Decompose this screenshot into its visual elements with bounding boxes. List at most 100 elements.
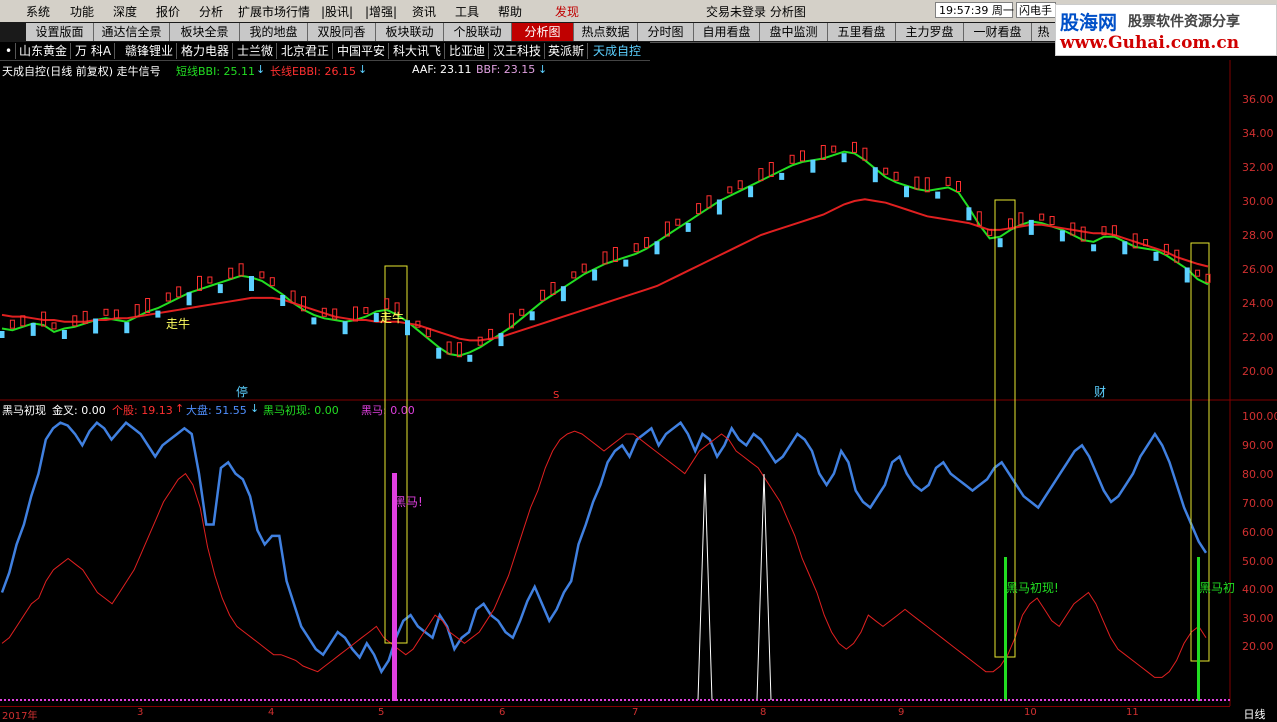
menu-quote[interactable]: 报价 (156, 3, 180, 20)
menu-function[interactable]: 功能 (70, 3, 94, 20)
candle (124, 322, 130, 334)
menu-help[interactable]: 帮助 (498, 3, 522, 20)
candle (727, 186, 733, 194)
candle (1039, 213, 1045, 221)
candle (571, 271, 577, 279)
tab-sector-link[interactable]: 板块联动 (376, 23, 444, 41)
menu-tools[interactable]: 工具 (455, 3, 479, 20)
candle (623, 259, 629, 267)
candle (945, 176, 951, 186)
price-tick: 34.00 (1242, 127, 1274, 140)
tab-intraday[interactable]: 分时图 (638, 23, 694, 41)
stock-item-active[interactable]: 天成自控 (590, 43, 644, 59)
tab-dual-stock[interactable]: 双股同香 (308, 23, 376, 41)
menu-enhance[interactable]: |增强| (365, 3, 397, 20)
stock-item[interactable]: 山东黄金 (16, 43, 72, 59)
candle (228, 267, 234, 279)
candle (956, 181, 961, 192)
guhai-logo: 股海网 股票软件资源分享 www.Guhai.com.cn (1055, 4, 1277, 56)
sub-indicator-lines (0, 420, 1208, 678)
stock-item[interactable]: 万 科A (72, 43, 116, 59)
candle (602, 251, 608, 265)
candle (249, 276, 254, 291)
tab-my-area[interactable]: 我的地盘 (240, 23, 308, 41)
menu-info[interactable]: 资讯 (412, 3, 436, 20)
tab-layout[interactable]: 设置版面 (26, 23, 94, 41)
stock-item[interactable]: 中国平安 (334, 43, 390, 59)
stock-index-line (1, 430, 1207, 678)
candle (800, 150, 805, 162)
stock-item[interactable]: 汉王科技 (490, 43, 546, 59)
pct-tick: 30.00 (1242, 612, 1274, 625)
zou-niu-marker: 走牛 (166, 316, 190, 331)
flash-trade-button[interactable]: 闪电手 (1016, 2, 1056, 18)
price-tick: 36.00 (1242, 93, 1274, 106)
candle (405, 320, 410, 336)
chart-canvas[interactable]: 走牛 走牛 停 财 S 黑马! 黑马初现! 黑马初 (0, 60, 1277, 706)
logo-main-text: 股海网 (1060, 12, 1118, 34)
stock-bullet: • (2, 43, 17, 59)
menu-system[interactable]: 系统 (26, 3, 50, 20)
candle (810, 159, 816, 173)
tab-wuli[interactable]: 五里看盘 (828, 23, 896, 41)
date-tick: 4 (268, 707, 275, 718)
tab-monitor[interactable]: 盘中监测 (760, 23, 828, 41)
tab-sector-panorama[interactable]: 板块全景 (170, 23, 240, 41)
candle (269, 277, 275, 287)
menu-discover[interactable]: 发现 (555, 3, 579, 20)
menu-ext-market[interactable]: 扩展市场行情 (238, 3, 310, 20)
tab-hot-data[interactable]: 热点数据 (574, 23, 638, 41)
menu-stock-news[interactable]: |股讯| (321, 3, 353, 20)
menu-depth[interactable]: 深度 (113, 3, 137, 20)
s-marker: S (553, 390, 559, 401)
heima-chuxian-text: 黑马初现! (1006, 581, 1059, 595)
stock-item[interactable]: 格力电器 (178, 43, 234, 59)
candle (0, 331, 5, 338)
stock-item[interactable]: 比亚迪 (446, 43, 490, 59)
candle (280, 295, 286, 306)
date-tick: 7 (632, 707, 639, 718)
candle (1153, 251, 1159, 261)
period-selector[interactable]: 日线 (1232, 706, 1277, 721)
date-tick: 6 (499, 707, 506, 718)
stock-bar: • 山东黄金 万 科A 赣锋锂业 格力电器 士兰微 北京君正 中国平安 科大讯飞… (0, 42, 650, 61)
price-tick: 30.00 (1242, 195, 1274, 208)
candle (9, 319, 15, 329)
candle (186, 292, 192, 306)
tab-hot-more[interactable]: 热 (1032, 23, 1056, 41)
tab-self-view[interactable]: 自用看盘 (694, 23, 760, 41)
candle (498, 333, 504, 347)
candle (342, 321, 348, 335)
pct-tick: 90.00 (1242, 439, 1274, 452)
stock-item[interactable]: 科大讯飞 (390, 43, 446, 59)
clock: 19:57:39 周一 (935, 2, 1014, 18)
candle (155, 310, 161, 318)
stock-item[interactable]: 英派斯 (545, 43, 589, 59)
pct-tick: 20.00 (1242, 640, 1274, 653)
candle (217, 284, 223, 294)
heima-text: 黑马! (394, 495, 423, 509)
candle (467, 354, 473, 362)
candle (1028, 219, 1034, 235)
stock-item[interactable]: 北京君正 (278, 43, 334, 59)
candle (831, 145, 837, 153)
candle (789, 154, 795, 164)
tab-compass[interactable]: 主力罗盘 (896, 23, 964, 41)
tab-yicai[interactable]: 一财看盘 (964, 23, 1032, 41)
heima-chuxian-bar (1197, 557, 1200, 701)
candle (93, 318, 99, 334)
menu-analysis[interactable]: 分析 (199, 3, 223, 20)
tab-analysis-chart[interactable]: 分析图 (512, 23, 574, 41)
stock-item[interactable]: 赣锋锂业 (122, 43, 178, 59)
tab-stock-link[interactable]: 个股联动 (444, 23, 512, 41)
stock-item[interactable]: 士兰微 (234, 43, 278, 59)
tab-tdx-panorama[interactable]: 通达信全景 (94, 23, 170, 41)
candle (1059, 230, 1065, 242)
market-index-line (0, 420, 1208, 675)
candle (904, 186, 909, 198)
heima-chuxian-bar (1004, 557, 1007, 701)
date-tick: 3 (137, 707, 144, 718)
candle (207, 276, 213, 284)
candle (51, 322, 57, 330)
date-tick: 5 (378, 707, 385, 718)
